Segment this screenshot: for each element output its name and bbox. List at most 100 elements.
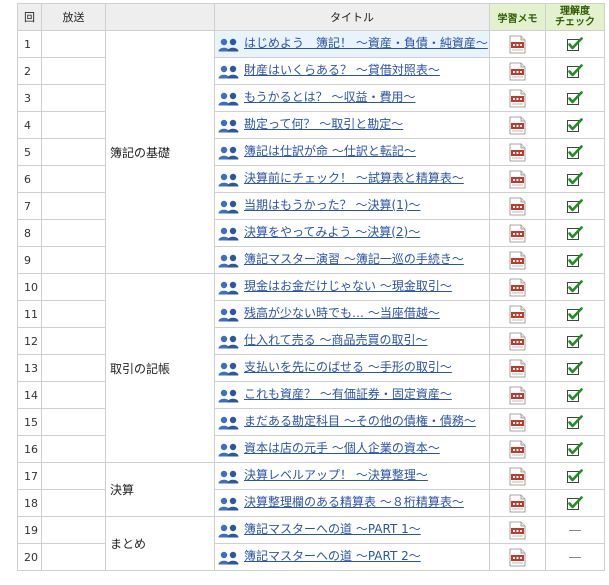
title-cell: まだある勘定科目 ～その他の債権・債務～ — [214, 408, 490, 436]
memo-cell — [489, 381, 546, 409]
lesson-title-link[interactable]: 当期はもうかった？ ～決算(1)～ — [244, 198, 420, 213]
lesson-title-link[interactable]: 決算をやってみよう ～決算(2)～ — [244, 225, 420, 240]
pdf-icon[interactable] — [509, 170, 526, 189]
lesson-title-link[interactable]: 仕入れて売る ～商品売買の取引～ — [244, 333, 427, 348]
memo-cell — [489, 246, 546, 274]
title-wrapper: 決算整理欄のある精算表 ～８桁精算表～ — [218, 495, 489, 511]
people-icon — [218, 65, 239, 79]
pdf-icon[interactable] — [509, 62, 526, 81]
pdf-icon[interactable] — [509, 386, 526, 405]
people-icon — [218, 227, 239, 241]
lesson-title-link[interactable]: これも資産？ ～有価証券・固定資産～ — [244, 387, 452, 402]
check-cell — [545, 165, 605, 193]
lesson-title-link[interactable]: 資本は店の元手 ～個人企業の資本～ — [244, 441, 440, 456]
pdf-icon[interactable] — [509, 116, 526, 135]
lesson-title-link[interactable]: はじめよう 簿記！ ～資産・負債・純資産～ — [244, 36, 488, 51]
checkmark-icon[interactable] — [567, 307, 583, 322]
pdf-icon[interactable] — [509, 548, 526, 567]
lesson-number: 13 — [17, 354, 42, 382]
people-icon — [218, 470, 239, 484]
people-icon — [218, 281, 239, 295]
checkmark-icon[interactable] — [567, 91, 583, 106]
checkmark-icon[interactable] — [567, 253, 583, 268]
pdf-icon[interactable] — [509, 305, 526, 324]
pdf-icon[interactable] — [509, 413, 526, 432]
checkmark-icon[interactable] — [567, 388, 583, 403]
checkmark-icon[interactable] — [567, 145, 583, 160]
lesson-title-link[interactable]: 勘定って何？ ～取引と勘定～ — [244, 117, 403, 132]
lesson-title-link[interactable]: まだある勘定科目 ～その他の債権・債務～ — [244, 414, 476, 429]
check-cell — [545, 246, 605, 274]
lesson-number: 7 — [17, 192, 42, 220]
pdf-icon[interactable] — [509, 494, 526, 513]
people-icon — [218, 443, 239, 457]
pdf-icon[interactable] — [509, 251, 526, 270]
checkmark-icon[interactable] — [567, 280, 583, 295]
title-wrapper: もうかるとは？ ～収益・費用～ — [218, 90, 489, 106]
checkmark-icon[interactable] — [567, 37, 583, 52]
lesson-title-link[interactable]: 簿記は仕訳が命 ～仕訳と転記～ — [244, 144, 416, 159]
lesson-number: 18 — [17, 489, 42, 517]
title-wrapper: 簿記マスターへの道 ～PART 1～ — [218, 522, 489, 538]
pdf-icon[interactable] — [509, 359, 526, 378]
lesson-title-link[interactable]: 簿記マスター演習 ～簿記一巡の手続き～ — [244, 252, 464, 267]
pdf-icon[interactable] — [509, 467, 526, 486]
title-wrapper: はじめよう 簿記！ ～資産・負債・純資産～ — [218, 36, 489, 52]
lesson-title-link[interactable]: 簿記マスターへの道 ～PART 1～ — [244, 522, 421, 537]
lesson-title-link[interactable]: 支払いを先にのばせる ～手形の取引～ — [244, 360, 452, 375]
title-wrapper: 財産はいくらある？ ～貸借対照表～ — [218, 63, 489, 79]
title-cell: 決算整理欄のある精算表 ～８桁精算表～ — [214, 489, 490, 517]
checkmark-icon[interactable] — [567, 442, 583, 457]
lesson-title-link[interactable]: 決算前にチェック！ ～試算表と精算表～ — [244, 171, 464, 186]
lesson-title-link[interactable]: 決算整理欄のある精算表 ～８桁精算表～ — [244, 495, 464, 510]
title-wrapper: 支払いを先にのばせる ～手形の取引～ — [218, 360, 489, 376]
checkmark-icon[interactable] — [567, 226, 583, 241]
check-cell — [545, 381, 605, 409]
checkmark-icon[interactable] — [567, 64, 583, 79]
pdf-icon[interactable] — [509, 278, 526, 297]
pdf-icon[interactable] — [509, 197, 526, 216]
people-icon — [218, 92, 239, 106]
lesson-title-link[interactable]: 簿記マスターへの道 ～PART 2～ — [244, 549, 421, 564]
title-cell: はじめよう 簿記！ ～資産・負債・純資産～ — [214, 30, 490, 58]
people-icon — [218, 389, 239, 403]
checkmark-icon[interactable] — [567, 469, 583, 484]
checkmark-icon[interactable] — [567, 334, 583, 349]
title-cell: 簿記マスターへの道 ～PART 1～ — [214, 516, 490, 544]
lesson-table: 回 放送 タイトル 学習メモ 理解度 チェック 1 簿記の基礎 はじめよう 簿記！ … — [17, 3, 605, 571]
broadcast-cell — [41, 435, 106, 463]
checkmark-icon[interactable] — [567, 496, 583, 511]
pdf-icon[interactable] — [509, 332, 526, 351]
checkmark-icon[interactable] — [567, 199, 583, 214]
checkmark-icon[interactable] — [567, 415, 583, 430]
pdf-icon[interactable] — [509, 440, 526, 459]
title-cell: もうかるとは？ ～収益・費用～ — [214, 84, 490, 112]
lesson-title-link[interactable]: 決算レベルアップ！ ～決算整理～ — [244, 468, 428, 483]
people-icon — [218, 308, 239, 322]
title-wrapper: 決算前にチェック！ ～試算表と精算表～ — [218, 171, 489, 187]
lesson-title-link[interactable]: もうかるとは？ ～収益・費用～ — [244, 90, 415, 105]
lesson-title-link[interactable]: 残高が少ない時でも… ～当座借越～ — [244, 306, 440, 321]
pdf-icon[interactable] — [509, 35, 526, 54]
memo-cell — [489, 435, 546, 463]
pdf-icon[interactable] — [509, 521, 526, 540]
pdf-icon[interactable] — [509, 224, 526, 243]
broadcast-cell — [41, 489, 106, 517]
lesson-title-link[interactable]: 現金はお金だけじゃない ～現金取引～ — [244, 279, 452, 294]
checkmark-icon[interactable] — [567, 361, 583, 376]
memo-cell — [489, 30, 546, 58]
checkmark-icon[interactable] — [567, 118, 583, 133]
title-cell: 決算をやってみよう ～決算(2)～ — [214, 219, 490, 247]
check-cell — [545, 543, 605, 571]
people-icon — [218, 254, 239, 268]
pdf-icon[interactable] — [509, 143, 526, 162]
pdf-icon[interactable] — [509, 89, 526, 108]
broadcast-cell — [41, 111, 106, 139]
broadcast-cell — [41, 516, 106, 544]
table-row: 17 決算 決算レベルアップ！ ～決算整理～ — [17, 462, 605, 517]
title-cell: 簿記は仕訳が命 ～仕訳と転記～ — [214, 138, 490, 166]
lesson-title-link[interactable]: 財産はいくらある？ ～貸借対照表～ — [244, 63, 440, 78]
checkmark-icon[interactable] — [567, 172, 583, 187]
broadcast-cell — [41, 57, 106, 85]
memo-cell — [489, 57, 546, 85]
